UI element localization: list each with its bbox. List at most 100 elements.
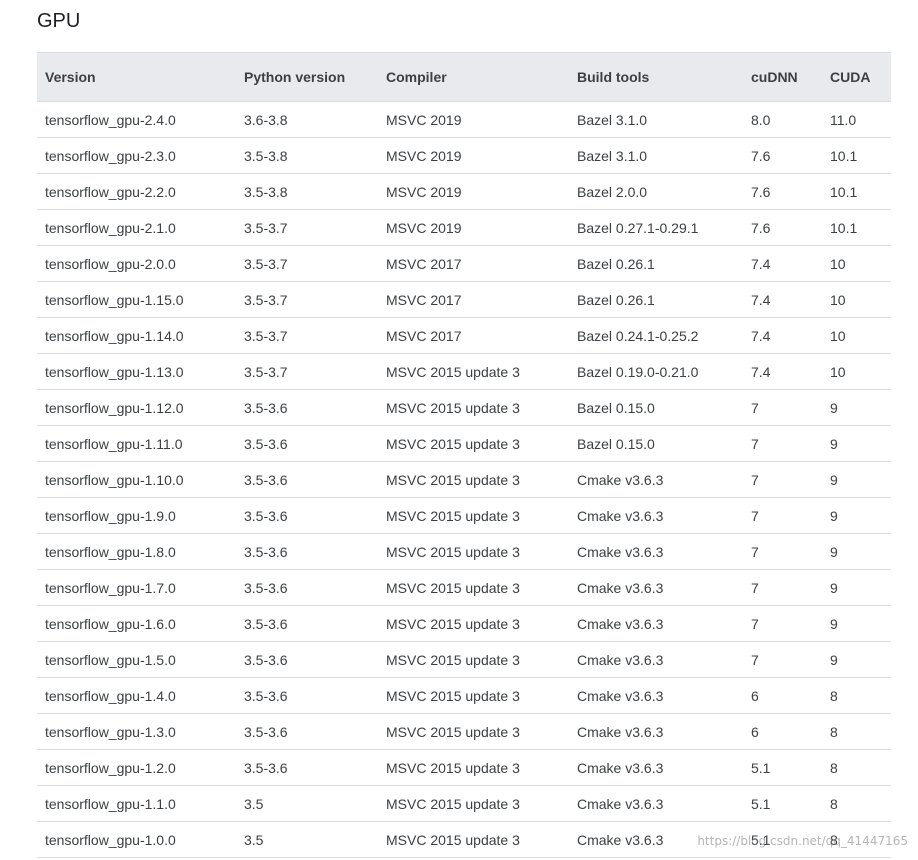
- cell-compiler: MSVC 2017: [378, 281, 569, 318]
- cell-cudnn: 7.4: [743, 281, 822, 318]
- cell-python-version: 3.5-3.6: [236, 569, 378, 606]
- cell-version: tensorflow_gpu-1.13.0: [37, 353, 236, 390]
- cell-build-tools: Cmake v3.6.3: [569, 641, 743, 678]
- table-row: tensorflow_gpu-1.3.0 3.5-3.6 MSVC 2015 upd…: [37, 713, 891, 750]
- cell-build-tools: Bazel 3.1.0: [569, 137, 743, 174]
- cell-cudnn: 7: [743, 425, 822, 462]
- cell-cuda: 10: [822, 353, 891, 390]
- cell-compiler: MSVC 2015 update 3: [378, 605, 569, 642]
- cell-version: tensorflow_gpu-2.2.0: [37, 173, 236, 210]
- cell-compiler: MSVC 2019: [378, 101, 569, 138]
- cell-cuda: 9: [822, 425, 891, 462]
- table-row: tensorflow_gpu-1.13.0 3.5-3.7 MSVC 2015 up…: [37, 353, 891, 390]
- cell-version: tensorflow_gpu-2.1.0: [37, 209, 236, 246]
- cell-cudnn: 5.1: [743, 749, 822, 786]
- header-cudnn: cuDNN: [743, 52, 822, 102]
- cell-build-tools: Bazel 3.1.0: [569, 101, 743, 138]
- cell-version: tensorflow_gpu-1.15.0: [37, 281, 236, 318]
- header-row: Version Python version Compiler Build to…: [37, 52, 891, 102]
- cell-compiler: MSVC 2019: [378, 137, 569, 174]
- table-row: tensorflow_gpu-2.1.0 3.5-3.7 MSVC 2019 Baze…: [37, 209, 891, 246]
- cell-cudnn: 6: [743, 713, 822, 750]
- cell-build-tools: Bazel 0.26.1: [569, 245, 743, 282]
- cell-build-tools: Cmake v3.6.3: [569, 713, 743, 750]
- table-row: tensorflow_gpu-1.11.0 3.5-3.6 MSVC 2015 up…: [37, 425, 891, 462]
- cell-compiler: MSVC 2019: [378, 209, 569, 246]
- cell-python-version: 3.5: [236, 821, 378, 858]
- header-compiler: Compiler: [378, 52, 569, 102]
- cell-python-version: 3.5-3.8: [236, 173, 378, 210]
- cell-compiler: MSVC 2015 update 3: [378, 785, 569, 822]
- cell-compiler: MSVC 2015 update 3: [378, 641, 569, 678]
- cell-cudnn: 7.4: [743, 353, 822, 390]
- cell-cuda: 9: [822, 569, 891, 606]
- cell-version: tensorflow_gpu-1.4.0: [37, 677, 236, 714]
- cell-compiler: MSVC 2017: [378, 245, 569, 282]
- cell-build-tools: Cmake v3.6.3: [569, 785, 743, 822]
- cell-cudnn: 7: [743, 569, 822, 606]
- table-row: tensorflow_gpu-2.0.0 3.5-3.7 MSVC 2017 Baze…: [37, 245, 891, 282]
- cell-python-version: 3.5-3.6: [236, 461, 378, 498]
- table-row: tensorflow_gpu-2.3.0 3.5-3.8 MSVC 2019 Baze…: [37, 137, 891, 174]
- cell-python-version: 3.5: [236, 785, 378, 822]
- cell-python-version: 3.5-3.7: [236, 245, 378, 282]
- cell-compiler: MSVC 2015 update 3: [378, 461, 569, 498]
- cell-compiler: MSVC 2015 update 3: [378, 713, 569, 750]
- table-header: Version Python version Compiler Build to…: [37, 52, 891, 102]
- cell-cudnn: 7: [743, 497, 822, 534]
- table-row: tensorflow_gpu-1.6.0 3.5-3.6 MSVC 2015 upd…: [37, 605, 891, 642]
- cell-version: tensorflow_gpu-1.6.0: [37, 605, 236, 642]
- cell-version: tensorflow_gpu-1.1.0: [37, 785, 236, 822]
- cell-python-version: 3.5-3.7: [236, 281, 378, 318]
- cell-version: tensorflow_gpu-1.7.0: [37, 569, 236, 606]
- cell-python-version: 3.5-3.6: [236, 677, 378, 714]
- cell-cuda: 8: [822, 785, 891, 822]
- cell-build-tools: Cmake v3.6.3: [569, 749, 743, 786]
- table-row: tensorflow_gpu-1.10.0 3.5-3.6 MSVC 2015 up…: [37, 461, 891, 498]
- cell-cuda: 10: [822, 245, 891, 282]
- cell-python-version: 3.5-3.6: [236, 749, 378, 786]
- gpu-version-table-container: Version Python version Compiler Build to…: [37, 52, 891, 858]
- cell-build-tools: Bazel 0.19.0-0.21.0: [569, 353, 743, 390]
- table-row: tensorflow_gpu-1.4.0 3.5-3.6 MSVC 2015 upd…: [37, 677, 891, 714]
- cell-build-tools: Cmake v3.6.3: [569, 569, 743, 606]
- gpu-version-table: Version Python version Compiler Build to…: [37, 52, 891, 858]
- cell-compiler: MSVC 2015 update 3: [378, 533, 569, 570]
- cell-version: tensorflow_gpu-2.4.0: [37, 101, 236, 138]
- cell-version: tensorflow_gpu-2.0.0: [37, 245, 236, 282]
- table-row: tensorflow_gpu-1.12.0 3.5-3.6 MSVC 2015 up…: [37, 389, 891, 426]
- table-row: tensorflow_gpu-1.2.0 3.5-3.6 MSVC 2015 upd…: [37, 749, 891, 786]
- cell-cudnn: 7.6: [743, 173, 822, 210]
- cell-python-version: 3.5-3.6: [236, 389, 378, 426]
- cell-build-tools: Cmake v3.6.3: [569, 605, 743, 642]
- cell-cudnn: 7: [743, 461, 822, 498]
- cell-cudnn: 5.1: [743, 785, 822, 822]
- cell-compiler: MSVC 2015 update 3: [378, 677, 569, 714]
- cell-cuda: 11.0: [822, 101, 891, 138]
- cell-version: tensorflow_gpu-1.3.0: [37, 713, 236, 750]
- cell-cudnn: 7: [743, 533, 822, 570]
- header-build-tools: Build tools: [569, 52, 743, 102]
- watermark: https://blog.csdn.net/qq_41447165: [697, 834, 908, 848]
- table-row: tensorflow_gpu-2.2.0 3.5-3.8 MSVC 2019 Baze…: [37, 173, 891, 210]
- cell-compiler: MSVC 2015 update 3: [378, 749, 569, 786]
- cell-python-version: 3.5-3.7: [236, 353, 378, 390]
- header-cuda: CUDA: [822, 52, 891, 102]
- cell-build-tools: Bazel 0.27.1-0.29.1: [569, 209, 743, 246]
- cell-version: tensorflow_gpu-1.14.0: [37, 317, 236, 354]
- cell-python-version: 3.5-3.6: [236, 425, 378, 462]
- cell-cuda: 8: [822, 713, 891, 750]
- table-row: tensorflow_gpu-2.4.0 3.6-3.8 MSVC 2019 Baze…: [37, 101, 891, 138]
- table-row: tensorflow_gpu-1.5.0 3.5-3.6 MSVC 2015 upd…: [37, 641, 891, 678]
- cell-compiler: MSVC 2019: [378, 173, 569, 210]
- cell-python-version: 3.5-3.6: [236, 533, 378, 570]
- cell-version: tensorflow_gpu-1.12.0: [37, 389, 236, 426]
- cell-python-version: 3.5-3.7: [236, 209, 378, 246]
- page-title: GPU: [37, 10, 81, 32]
- cell-compiler: MSVC 2017: [378, 317, 569, 354]
- cell-cuda: 8: [822, 677, 891, 714]
- cell-cuda: 10: [822, 317, 891, 354]
- cell-build-tools: Cmake v3.6.3: [569, 677, 743, 714]
- table-row: tensorflow_gpu-1.7.0 3.5-3.6 MSVC 2015 upd…: [37, 569, 891, 606]
- cell-compiler: MSVC 2015 update 3: [378, 821, 569, 858]
